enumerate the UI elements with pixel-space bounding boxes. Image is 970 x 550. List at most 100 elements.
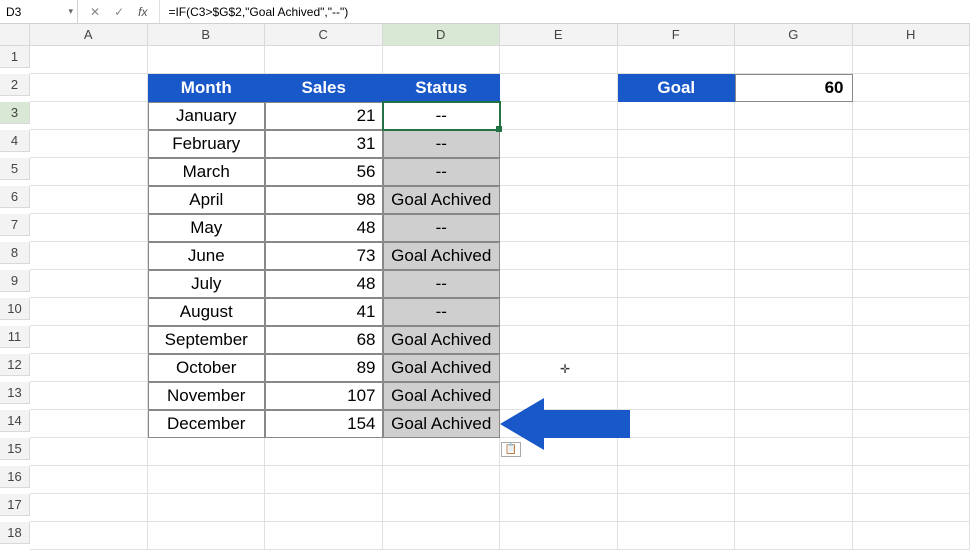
cell-H5[interactable]: [853, 158, 970, 186]
formula-input[interactable]: =IF(C3>$G$2,"Goal Achived","--"): [160, 0, 970, 23]
cell-D3[interactable]: --: [383, 102, 501, 130]
cell-C12[interactable]: 89: [265, 354, 383, 382]
cell-H6[interactable]: [853, 186, 970, 214]
cell-G9[interactable]: [735, 270, 853, 298]
cell-F11[interactable]: [618, 326, 736, 354]
cell-E4[interactable]: [500, 130, 618, 158]
cell-C10[interactable]: 41: [265, 298, 383, 326]
row-header-12[interactable]: 12: [0, 354, 30, 376]
cancel-icon[interactable]: ✕: [90, 5, 100, 19]
cell-C5[interactable]: 56: [265, 158, 383, 186]
cell-A5[interactable]: [30, 158, 148, 186]
cell-B15[interactable]: [148, 438, 266, 466]
row-header-16[interactable]: 16: [0, 466, 30, 488]
cell-E17[interactable]: [500, 494, 618, 522]
cell-A9[interactable]: [30, 270, 148, 298]
cell-G14[interactable]: [735, 410, 853, 438]
cell-A7[interactable]: [30, 214, 148, 242]
cell-D10[interactable]: --: [383, 298, 501, 326]
row-header-5[interactable]: 5: [0, 158, 30, 180]
cell-F9[interactable]: [618, 270, 736, 298]
cell-F3[interactable]: [618, 102, 736, 130]
cell-F14[interactable]: [618, 410, 736, 438]
cell-G1[interactable]: [735, 46, 853, 74]
cell-C6[interactable]: 98: [265, 186, 383, 214]
cell-E2[interactable]: [500, 74, 618, 102]
name-box[interactable]: D3 ▾: [0, 0, 78, 23]
cell-G10[interactable]: [735, 298, 853, 326]
cell-F6[interactable]: [618, 186, 736, 214]
cell-C15[interactable]: [265, 438, 383, 466]
cell-F12[interactable]: [618, 354, 736, 382]
cell-C7[interactable]: 48: [265, 214, 383, 242]
cell-H3[interactable]: [853, 102, 970, 130]
cell-F5[interactable]: [618, 158, 736, 186]
cell-D2[interactable]: Status: [383, 74, 501, 102]
row-header-3[interactable]: 3: [0, 102, 30, 124]
cell-C17[interactable]: [265, 494, 383, 522]
cell-F13[interactable]: [618, 382, 736, 410]
cell-H15[interactable]: [853, 438, 970, 466]
select-all-corner[interactable]: [0, 24, 30, 46]
cell-A11[interactable]: [30, 326, 148, 354]
cell-F4[interactable]: [618, 130, 736, 158]
row-header-1[interactable]: 1: [0, 46, 30, 68]
row-header-8[interactable]: 8: [0, 242, 30, 264]
fx-icon[interactable]: fx: [138, 5, 147, 19]
cell-C9[interactable]: 48: [265, 270, 383, 298]
cell-D14[interactable]: Goal Achived📋: [383, 410, 501, 438]
cell-D6[interactable]: Goal Achived: [383, 186, 501, 214]
row-header-7[interactable]: 7: [0, 214, 30, 236]
cell-H14[interactable]: [853, 410, 970, 438]
cell-D8[interactable]: Goal Achived: [383, 242, 501, 270]
col-header-E[interactable]: E: [500, 24, 618, 46]
cell-H4[interactable]: [853, 130, 970, 158]
cell-H10[interactable]: [853, 298, 970, 326]
cell-G5[interactable]: [735, 158, 853, 186]
cell-G8[interactable]: [735, 242, 853, 270]
cell-D15[interactable]: [383, 438, 501, 466]
cell-B6[interactable]: April: [148, 186, 266, 214]
cell-E1[interactable]: [500, 46, 618, 74]
col-header-B[interactable]: B: [148, 24, 266, 46]
row-header-9[interactable]: 9: [0, 270, 30, 292]
cell-E3[interactable]: [500, 102, 618, 130]
cell-H17[interactable]: [853, 494, 970, 522]
col-header-A[interactable]: A: [30, 24, 148, 46]
cell-F2[interactable]: Goal: [618, 74, 736, 102]
cell-D12[interactable]: Goal Achived: [383, 354, 501, 382]
cell-D1[interactable]: [383, 46, 501, 74]
cell-C16[interactable]: [265, 466, 383, 494]
spreadsheet-grid[interactable]: ABCDEFGH12MonthSalesStatusGoal603January…: [0, 24, 970, 550]
col-header-G[interactable]: G: [735, 24, 853, 46]
cell-B17[interactable]: [148, 494, 266, 522]
cell-H7[interactable]: [853, 214, 970, 242]
cell-A14[interactable]: [30, 410, 148, 438]
cell-H2[interactable]: [853, 74, 970, 102]
cell-C4[interactable]: 31: [265, 130, 383, 158]
row-header-14[interactable]: 14: [0, 410, 30, 432]
cell-G3[interactable]: [735, 102, 853, 130]
cell-A13[interactable]: [30, 382, 148, 410]
cell-B3[interactable]: January: [148, 102, 266, 130]
row-header-4[interactable]: 4: [0, 130, 30, 152]
cell-B13[interactable]: November: [148, 382, 266, 410]
cell-C3[interactable]: 21: [265, 102, 383, 130]
col-header-D[interactable]: D: [383, 24, 501, 46]
cell-G15[interactable]: [735, 438, 853, 466]
cell-E6[interactable]: [500, 186, 618, 214]
cell-H13[interactable]: [853, 382, 970, 410]
cell-G17[interactable]: [735, 494, 853, 522]
cell-B5[interactable]: March: [148, 158, 266, 186]
col-header-F[interactable]: F: [618, 24, 736, 46]
cell-A4[interactable]: [30, 130, 148, 158]
fill-handle[interactable]: [496, 126, 502, 132]
cell-E9[interactable]: [500, 270, 618, 298]
cell-H9[interactable]: [853, 270, 970, 298]
cell-F7[interactable]: [618, 214, 736, 242]
cell-G12[interactable]: [735, 354, 853, 382]
cell-G2[interactable]: 60: [735, 74, 853, 102]
cell-C2[interactable]: Sales: [265, 74, 383, 102]
cell-A6[interactable]: [30, 186, 148, 214]
cell-E14[interactable]: [500, 410, 618, 438]
